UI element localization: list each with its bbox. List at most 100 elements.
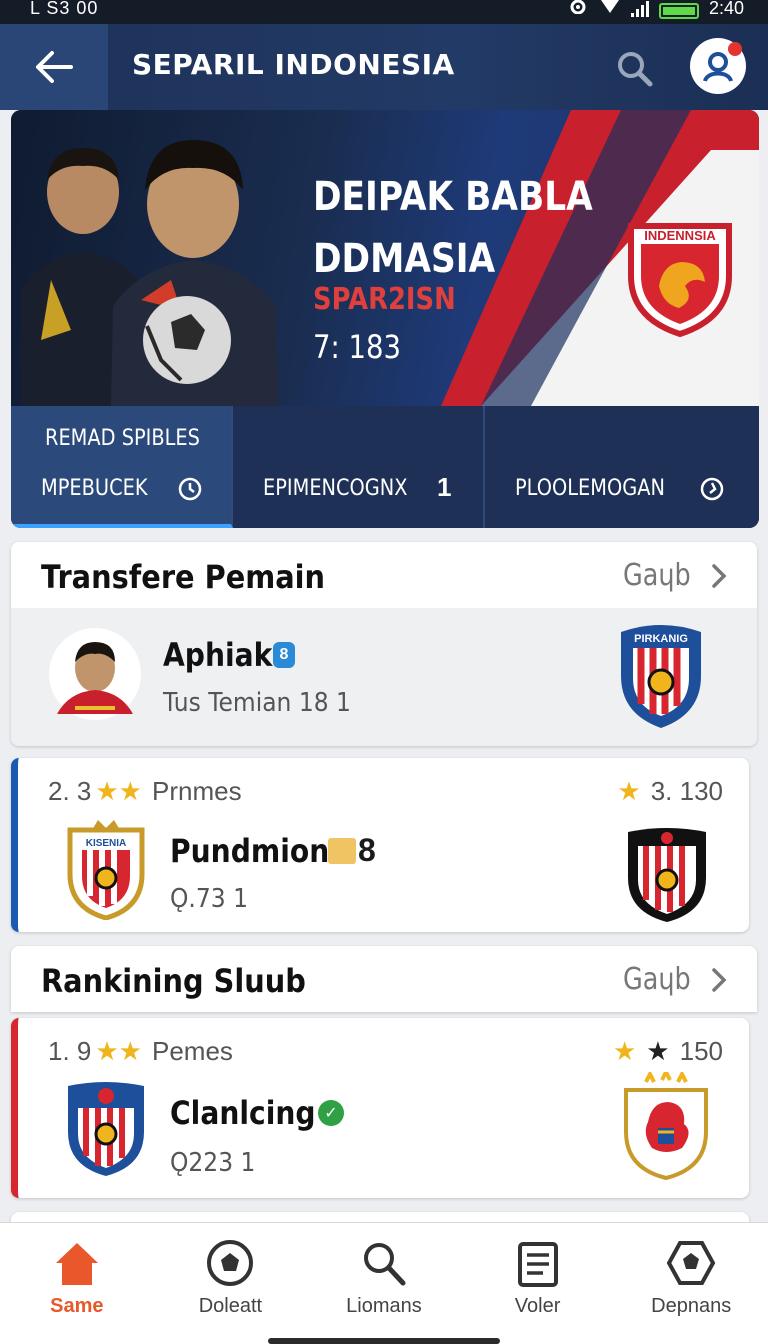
hero-score: 7: 183 <box>313 328 402 366</box>
nav-label-news: Voler <box>514 1295 561 1317</box>
hero-headline-line1: DEIPAK BABLA <box>313 174 593 220</box>
ranking-rank: 1. 9 <box>48 1036 92 1066</box>
ranking-sub: Ǫ223 1 <box>170 1148 256 1178</box>
player-avatar <box>49 628 141 720</box>
profile-avatar-button[interactable] <box>690 38 746 94</box>
see-all-label: Gaɥb <box>623 558 692 593</box>
match-team-name: Pundmion <box>170 832 330 870</box>
ranking-see-all-link[interactable]: Gaɥb <box>617 962 727 997</box>
team-crest-right-icon <box>628 828 706 922</box>
clock-icon <box>178 477 202 501</box>
ranking-label: Pemes <box>152 1036 233 1066</box>
hero-card[interactable]: DEIPAK BABLA DDMASIA SPAR2ISN 7: 183 IND… <box>11 110 759 528</box>
nav-item-search[interactable]: Liomans <box>307 1223 461 1344</box>
hero-headline-line2: DDMASIA <box>313 236 496 282</box>
bottom-navigation: Same Doleatt Liomans Voler Depnans <box>0 1222 768 1344</box>
ranking-card[interactable]: 1. 9 ★★ Pemes ★ ★ 150 Clanlcing ✓ Ǫ223 1 <box>11 1018 749 1198</box>
clipboard-icon <box>517 1242 558 1287</box>
timer-icon <box>700 477 724 501</box>
player-subtitle: Tus Temian 18 1 <box>163 688 351 718</box>
ranking-right-value: 150 <box>679 1036 723 1066</box>
match-meta-left: 2. 3 ★★ Prnmes <box>48 776 242 807</box>
match-sub: Ǫ.73 1 <box>170 884 248 914</box>
team-crest-left-text: KISENIA <box>86 838 127 849</box>
home-icon <box>55 1243 98 1285</box>
chevron-right-icon <box>712 563 727 588</box>
stat-tab-3[interactable]: PLOOLEMOGAN <box>485 406 759 528</box>
search-icon <box>618 52 653 87</box>
nav-item-home[interactable]: Same <box>0 1223 154 1344</box>
stat-top-label: REMAD SPIBLES <box>45 426 200 451</box>
stat-tab-2[interactable]: EPIMENCOGNX 1 <box>233 406 485 528</box>
match-card[interactable]: 2. 3 ★★ Prnmes ★ 3. 130 KISENIA Pundmion… <box>11 758 749 932</box>
status-bar: L S3 00 2:40 <box>0 0 768 24</box>
nav-label-matches: Doleatt <box>198 1295 263 1317</box>
status-left-text: L S3 00 <box>30 0 99 18</box>
hero-headline: DEIPAK BABLA DDMASIA <box>313 166 593 290</box>
stat-cell3-label: PLOOLEMOGAN <box>515 476 665 501</box>
gesture-home-indicator <box>268 1338 500 1344</box>
match-right-value: 3. 130 <box>650 776 723 806</box>
stat-tab-active[interactable]: REMAD SPIBLES MPEBUCEK <box>11 406 233 528</box>
nav-label-home: Same <box>50 1295 104 1317</box>
club-crest-icon: PIRKANIG <box>621 625 701 728</box>
hero-banner: DEIPAK BABLA DDMASIA SPAR2ISN 7: 183 IND… <box>11 110 759 406</box>
star-icon: ★ <box>612 1036 637 1066</box>
indonesia-crest-icon: INDENNSIA <box>628 223 732 338</box>
see-all-label: Gaɥb <box>623 962 692 997</box>
nav-item-matches[interactable]: Doleatt <box>154 1223 308 1344</box>
nav-label-search: Liomans <box>346 1295 422 1317</box>
ranking-meta-left: 1. 9 ★★ Pemes <box>48 1036 233 1067</box>
match-name-suffix: 8 <box>358 832 376 868</box>
match-meta-right: ★ 3. 130 <box>617 776 723 807</box>
hero-subtitle: SPAR2ISN <box>313 282 456 317</box>
star-dark-icon: ★ <box>646 1036 670 1066</box>
star-icon: ★★ <box>95 1036 142 1066</box>
transfer-card: Transfere Pemain Gaɥb Aphiak 8 Tus Temia… <box>11 542 757 746</box>
back-button[interactable] <box>0 24 108 110</box>
garuda-crest-icon <box>624 1072 708 1180</box>
signal-icon <box>630 0 649 17</box>
stat-cell1-label: MPEBUCEK <box>41 476 148 501</box>
transfer-section-header: Transfere Pemain Gaɥb <box>11 542 757 608</box>
players-illustration <box>21 140 279 406</box>
match-label: Prnmes <box>152 776 242 806</box>
club-crest-blue-icon <box>68 1082 144 1176</box>
ranking-meta-right: ★ ★ 150 <box>613 1036 723 1067</box>
transfer-section-title: Transfere Pemain <box>41 558 326 596</box>
match-rank: 2. 3 <box>48 776 92 806</box>
ball-badge-icon <box>666 1241 716 1285</box>
stat-cell2-value: 1 <box>437 472 452 502</box>
transfer-player-row[interactable]: Aphiak 8 Tus Temian 18 1 PIRKANIG <box>11 608 757 746</box>
app-bar: SEPARIL INDONESIA <box>0 24 768 110</box>
ranking-section-title: Rankining Sluub <box>41 962 306 1000</box>
notification-dot <box>728 42 742 56</box>
arrow-left-icon <box>36 51 73 83</box>
crest-text: INDENNSIA <box>644 228 716 243</box>
page-title: SEPARIL INDONESIA <box>132 48 455 81</box>
stat-cell2-label: EPIMENCOGNX <box>263 476 408 501</box>
star-icon: ★★ <box>95 776 142 806</box>
hero-stats-bar: REMAD SPIBLES MPEBUCEK EPIMENCOGNX 1 PLO… <box>11 406 759 528</box>
wifi-icon <box>567 0 589 19</box>
ticket-icon <box>328 838 356 864</box>
verified-badge: 8 <box>273 642 295 668</box>
team-crest-left-icon: KISENIA <box>67 820 145 920</box>
transfer-see-all-link[interactable]: Gaɥb <box>617 558 727 593</box>
player-name: Aphiak <box>163 636 273 674</box>
data-icon <box>599 0 621 19</box>
status-time: 2:40 <box>708 0 744 18</box>
star-icon: ★ <box>617 776 641 806</box>
search-icon <box>363 1243 406 1286</box>
nav-item-profile[interactable]: Depnans <box>614 1223 768 1344</box>
club-crest-text: PIRKANIG <box>634 633 688 645</box>
nav-label-profile: Depnans <box>651 1295 732 1317</box>
verified-check-icon: ✓ <box>318 1100 344 1126</box>
ranking-club-name: Clanlcing <box>170 1094 316 1132</box>
battery-icon <box>658 2 699 19</box>
ranking-section-header: Rankining Sluub Gaɥb <box>11 946 757 1012</box>
chevron-right-icon <box>712 967 727 992</box>
soccer-ball-icon <box>207 1240 254 1286</box>
nav-item-news[interactable]: Voler <box>461 1223 615 1344</box>
search-button[interactable] <box>612 46 658 92</box>
